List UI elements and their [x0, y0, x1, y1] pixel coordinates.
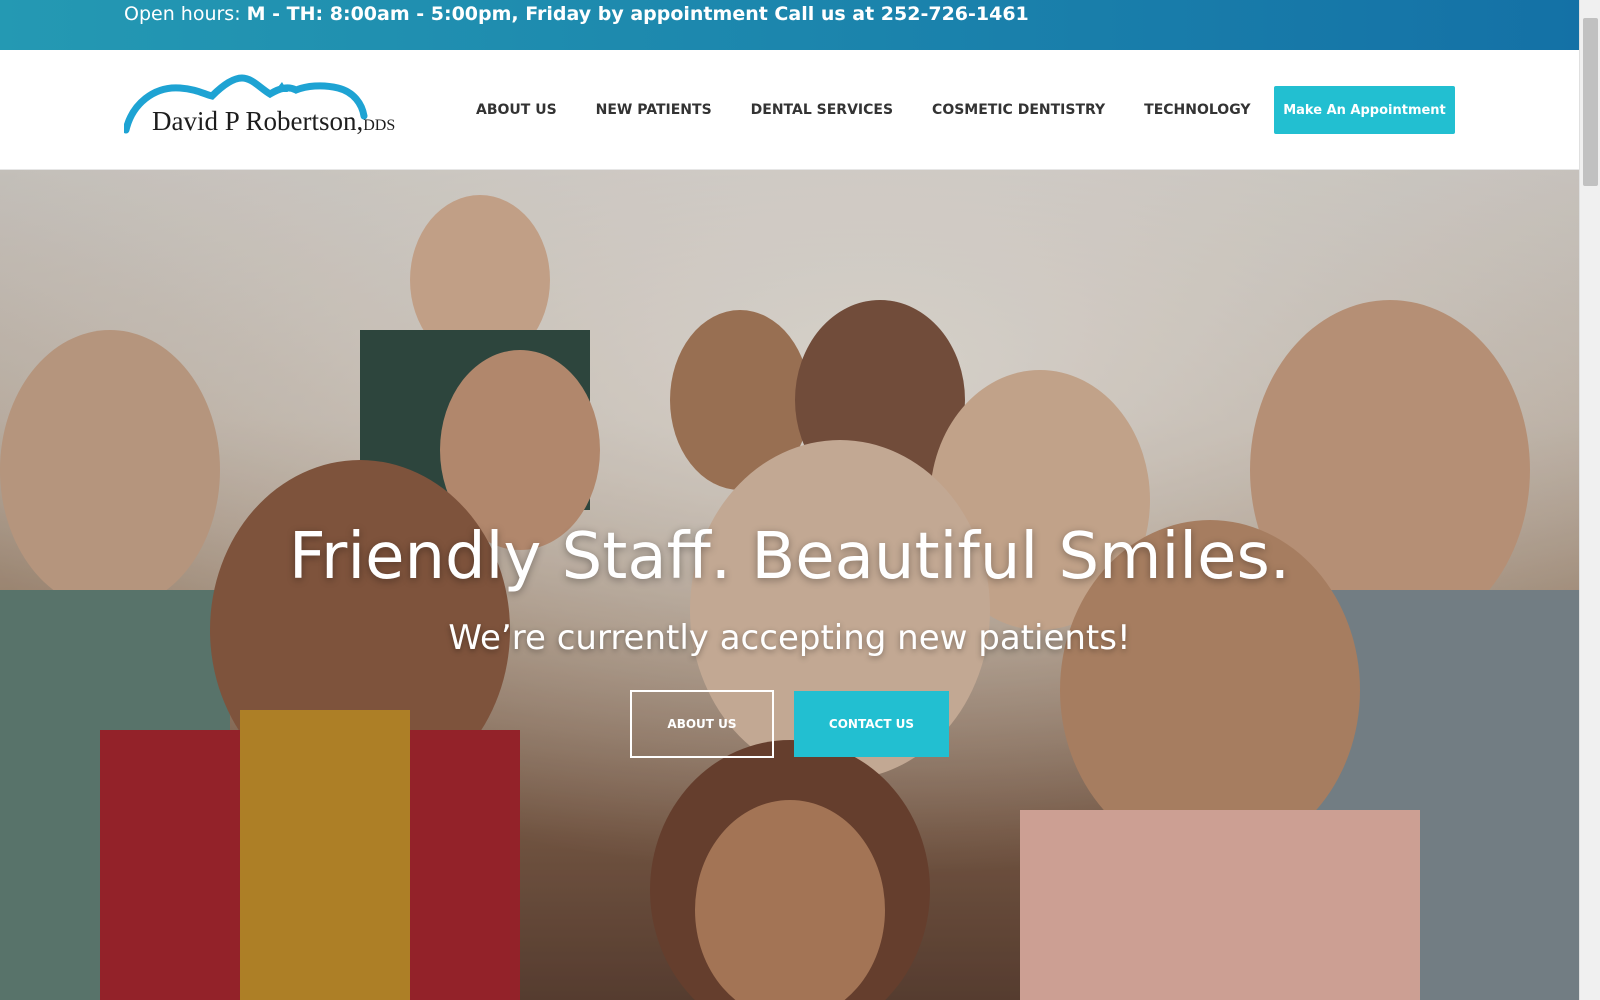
- hero-title: Friendly Staff. Beautiful Smiles.: [288, 520, 1291, 594]
- hero-subtitle: We’re currently accepting new patients!: [448, 618, 1131, 658]
- logo-wordmark: David P Robertson,DDS: [152, 106, 395, 137]
- page-scrollbar[interactable]: [1579, 0, 1600, 1000]
- site-logo[interactable]: David P Robertson,DDS: [124, 74, 396, 144]
- top-info-bar: Open hours: M - TH: 8:00am - 5:00pm, Fri…: [0, 0, 1579, 50]
- contact-us-button[interactable]: CONTACT US: [794, 691, 949, 757]
- site-header: David P Robertson,DDS ABOUT US NEW PATIE…: [0, 50, 1579, 170]
- nav-item-about-us[interactable]: ABOUT US: [476, 102, 557, 118]
- hero-buttons: ABOUT US CONTACT US: [630, 690, 949, 758]
- open-hours-value: M - TH: 8:00am - 5:00pm, Friday by appoi…: [246, 3, 1029, 25]
- about-us-button[interactable]: ABOUT US: [630, 690, 774, 758]
- nav-item-new-patients[interactable]: NEW PATIENTS: [596, 102, 712, 118]
- main-nav: ABOUT US NEW PATIENTS DENTAL SERVICES CO…: [476, 50, 1251, 170]
- make-appointment-button[interactable]: Make An Appointment: [1274, 86, 1455, 134]
- logo-suffix: DDS: [363, 117, 396, 134]
- scrollbar-thumb[interactable]: [1583, 18, 1598, 186]
- nav-item-dental-services[interactable]: DENTAL SERVICES: [751, 102, 893, 118]
- nav-item-cosmetic-dentistry[interactable]: COSMETIC DENTISTRY: [932, 102, 1105, 118]
- hero-banner: Friendly Staff. Beautiful Smiles. We’re …: [0, 170, 1579, 1000]
- open-hours-label: Open hours:: [124, 3, 241, 25]
- logo-name: David P Robertson,: [152, 106, 364, 136]
- nav-item-technology[interactable]: TECHNOLOGY: [1144, 102, 1250, 118]
